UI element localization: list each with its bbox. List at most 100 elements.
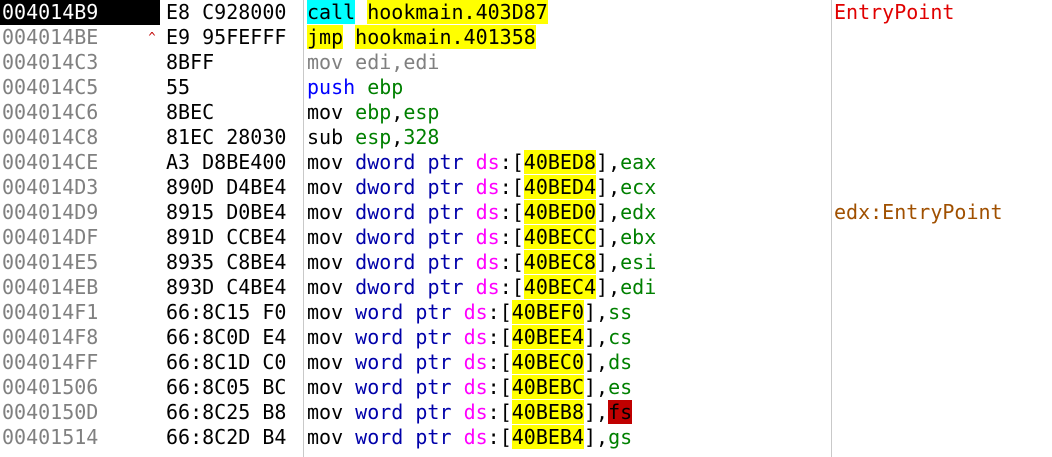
instruction-token: dword [355,200,416,224]
instruction-token: ss [608,300,633,324]
instruction-token [415,200,427,224]
disasm-row[interactable]: 004014D9 8915 D0BE4 mov dword ptr ds:[40BE… [0,200,1052,225]
disassembly-view[interactable]: 004014B9 E8 C928000 call hookmain.403D87 En… [0,0,1052,457]
instruction-token [343,25,355,49]
instruction-token [452,375,464,399]
instruction-token: mov [307,400,344,424]
instruction-token: , [608,250,621,274]
instruction-token: ds [475,275,500,299]
disasm-row-selected[interactable]: 004014B9 E8 C928000 call hookmain.403D87 En… [0,0,1052,25]
disasm-row[interactable]: 004014C5 55 push ebp [0,75,1052,100]
instruction: mov word ptr ds:[40BEB4],gs [307,425,831,450]
address: 00401514 [2,425,99,449]
instruction-token [464,225,476,249]
opcode-bytes: 66:8C2D B4 [166,425,287,449]
instruction-token: dword [355,225,416,249]
address: 004014C3 [2,50,99,74]
instruction-token: [ [499,400,512,424]
instruction-token: word [355,350,404,374]
instruction-token [343,200,355,224]
instruction-token: ds [463,425,488,449]
instruction-token [343,425,355,449]
instruction-token: : [499,175,512,199]
address: 004014C5 [2,75,99,99]
instruction-token: mov [307,225,344,249]
disasm-row[interactable]: 0040150D 66:8C25 B8 mov word ptr ds:[40BEB… [0,400,1052,425]
instruction-token [343,150,355,174]
comment [834,125,1050,150]
comment [834,325,1050,350]
instruction-token: word [355,300,404,324]
instruction-token: mov [307,325,344,349]
instruction-token [343,100,355,124]
instruction-token: mov [307,425,344,449]
instruction-token: , [596,350,609,374]
instruction-token [464,250,476,274]
instruction-token [343,225,355,249]
instruction-token: ] [596,275,609,299]
instruction-token [452,425,464,449]
disasm-row[interactable]: 004014CE A3 D8BE400 mov dword ptr ds:[40BE… [0,150,1052,175]
instruction-token: ptr [415,375,452,399]
instruction-token: ds [475,175,500,199]
instruction-token: mov [307,375,344,399]
instruction-token [343,175,355,199]
opcode-bytes: 66:8C15 F0 [166,300,287,324]
instruction-token [403,425,415,449]
instruction-token [415,225,427,249]
instruction-token: , [608,200,621,224]
instruction-token: ] [584,425,597,449]
disasm-row[interactable]: 004014F1 66:8C15 F0 mov word ptr ds:[40BEF… [0,300,1052,325]
instruction-token [343,125,355,149]
disasm-row[interactable]: 004014C8 81EC 28030 sub esp,328 [0,125,1052,150]
instruction: mov edi,edi [307,50,831,75]
disasm-row[interactable]: 004014C3 8BFF mov edi,edi [0,50,1052,75]
instruction-token [403,400,415,424]
instruction-token: [ [511,150,524,174]
instruction: mov dword ptr ds:[40BEC4],edi [307,275,831,300]
instruction-token: [ [499,300,512,324]
instruction-token: edi [620,275,657,299]
disasm-row[interactable]: 004014FF 66:8C1D C0 mov word ptr ds:[40BEC… [0,350,1052,375]
instruction-token [403,325,415,349]
instruction-token: mov edi,edi [307,50,440,74]
instruction-token [343,400,355,424]
comment [834,250,1050,275]
instruction-token [415,250,427,274]
instruction-token: [ [511,175,524,199]
address: 004014F8 [2,325,99,349]
instruction-token: ptr [415,425,452,449]
disasm-row[interactable]: 004014D3 890D D4BE4 mov dword ptr ds:[40BE… [0,175,1052,200]
instruction-token [403,300,415,324]
address: 004014C6 [2,100,99,124]
comment: edx:EntryPoint [834,200,1003,224]
instruction-token: ] [584,325,597,349]
comment [834,25,1050,50]
instruction-token: 40BEB4 [511,425,584,449]
disasm-row[interactable]: 004014EB 893D C4BE4 mov dword ptr ds:[40BE… [0,275,1052,300]
disasm-row[interactable]: 00401506 66:8C05 BC mov word ptr ds:[40BEB… [0,375,1052,400]
instruction-token: ds [463,325,488,349]
instruction-token: ptr [427,150,464,174]
disasm-row[interactable]: 004014DF 891D CCBE4 mov dword ptr ds:[40BE… [0,225,1052,250]
instruction-token: : [487,425,500,449]
instruction-token [343,325,355,349]
disasm-row[interactable]: 004014E5 8935 C8BE4 mov dword ptr ds:[40BE… [0,250,1052,275]
disasm-row[interactable]: 00401514 66:8C2D B4 mov word ptr ds:[40BEB… [0,425,1052,450]
instruction-token: word [355,425,404,449]
disasm-row[interactable]: 004014F8 66:8C0D E4 mov word ptr ds:[40BEE… [0,325,1052,350]
address: 004014D9 [2,200,99,224]
comment [834,375,1050,400]
comment [834,350,1050,375]
instruction-token: dword [355,250,416,274]
instruction-token: mov [307,100,344,124]
instruction-token: 40BEE4 [511,325,584,349]
instruction-token: dword [355,275,416,299]
disasm-row[interactable]: 004014BE ^ E9 95FEFFF jmp hookmain.401358 [0,25,1052,50]
instruction-token: : [499,150,512,174]
instruction-token [464,175,476,199]
instruction-token: ds [608,350,633,374]
instruction-token: ds [475,225,500,249]
disasm-row[interactable]: 004014C6 8BEC mov ebp,esp [0,100,1052,125]
instruction-token: mov [307,175,344,199]
